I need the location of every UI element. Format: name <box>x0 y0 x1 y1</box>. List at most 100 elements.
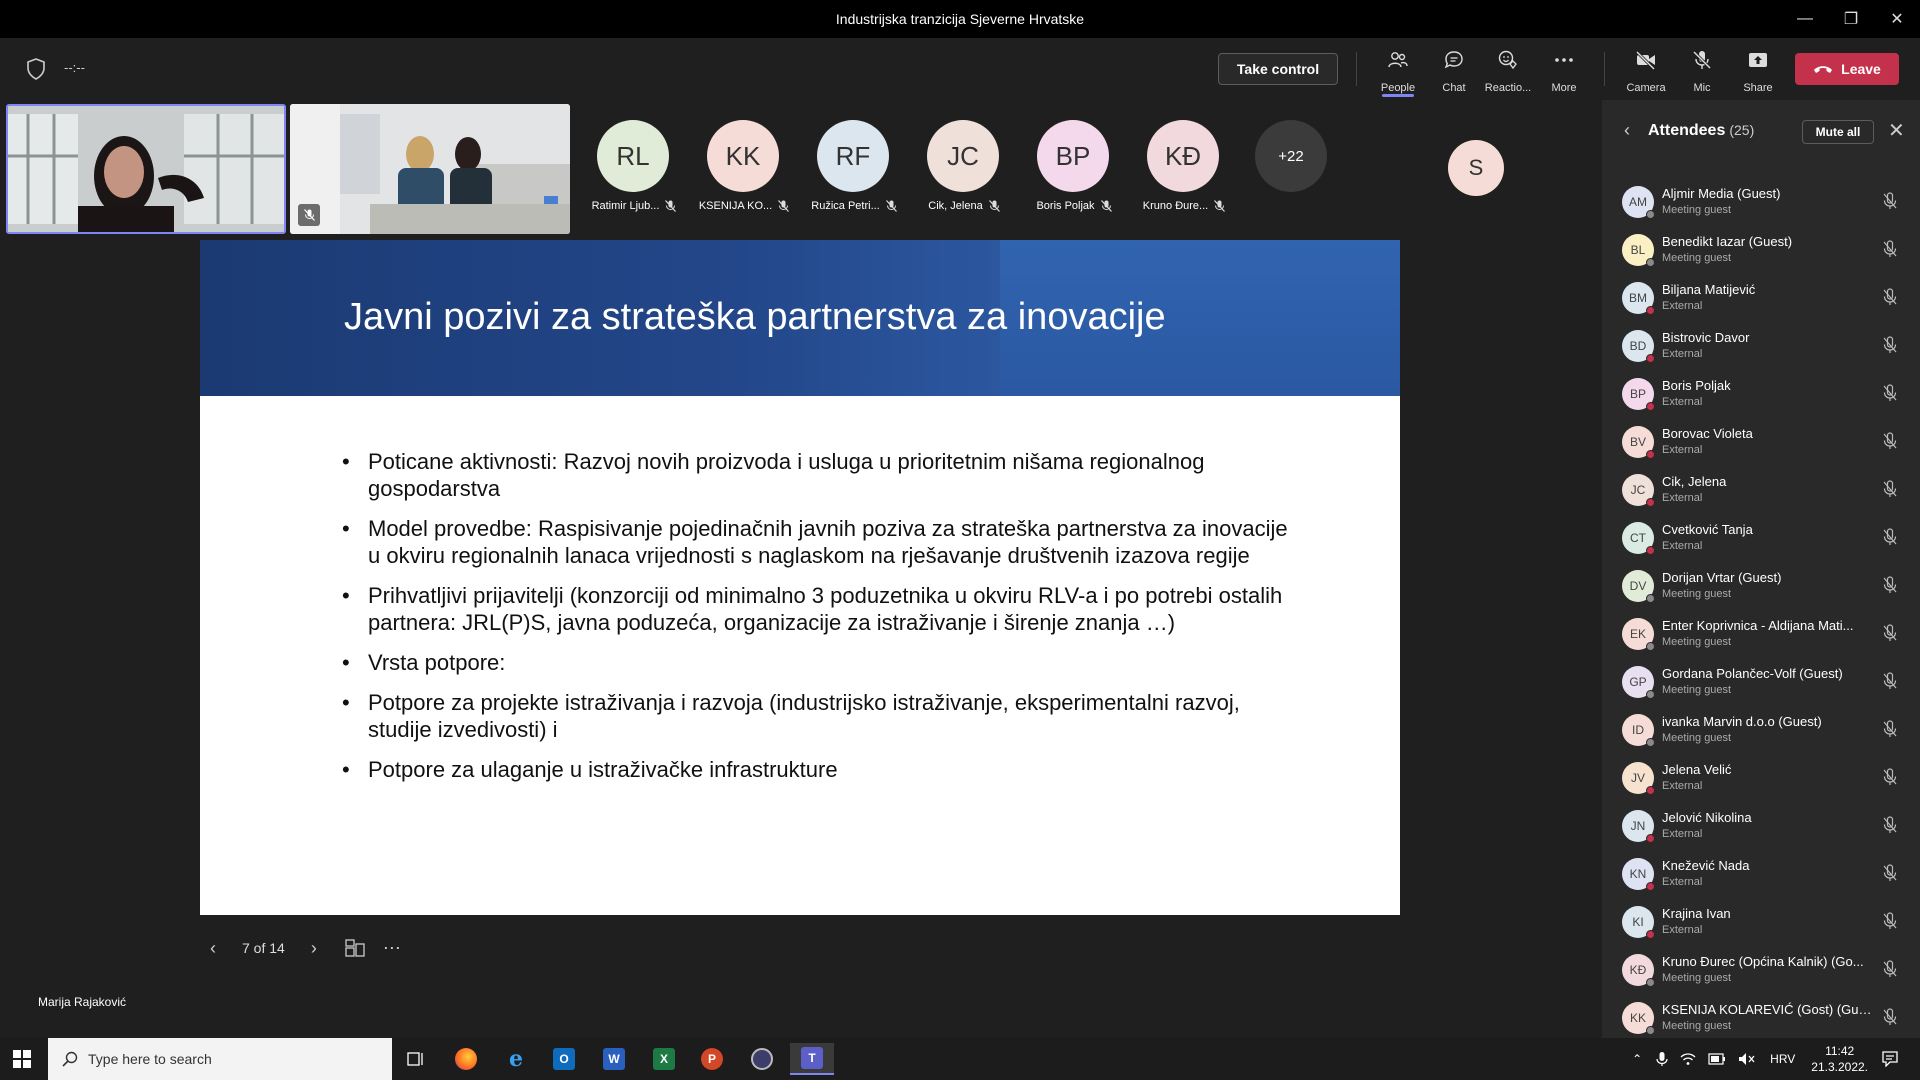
mic-off-icon[interactable] <box>1882 432 1898 450</box>
tray-chevron-icon[interactable]: ⌃ <box>1632 1052 1642 1066</box>
mic-off-icon[interactable] <box>1882 576 1898 594</box>
attendee-row[interactable]: CT Cvetković Tanja External <box>1602 516 1920 564</box>
take-control-button[interactable]: Take control <box>1218 53 1338 85</box>
bullet-dot: • <box>342 583 350 608</box>
mic-off-icon[interactable] <box>1882 336 1898 354</box>
volume-muted-icon[interactable] <box>1738 1052 1756 1066</box>
back-chevron-icon[interactable]: ‹ <box>1624 120 1630 141</box>
next-slide-icon[interactable]: › <box>311 938 317 959</box>
attendee-row[interactable]: KK KSENIJA KOLAREVIĆ (Gost) (Gue... Meetin… <box>1602 996 1920 1044</box>
taskbar-outlook[interactable]: O <box>544 1043 584 1075</box>
participant-tile[interactable]: RL Ratimir Ljub... <box>578 104 688 234</box>
task-view-button[interactable] <box>396 1043 436 1075</box>
slide-more-icon[interactable]: ⋯ <box>383 938 402 959</box>
video-tile-presenter[interactable] <box>6 104 286 234</box>
start-button[interactable] <box>2 1043 42 1075</box>
attendee-name: Gordana Polančec-Volf (Guest) <box>1662 666 1843 681</box>
camera-button[interactable]: Camera <box>1618 48 1674 94</box>
mic-off-icon[interactable] <box>1882 672 1898 690</box>
mic-off-icon[interactable] <box>1882 720 1898 738</box>
presence-status-dot <box>1646 978 1655 987</box>
taskbar-teams[interactable]: T <box>790 1043 834 1075</box>
mic-off-icon[interactable] <box>1882 624 1898 642</box>
overflow-tile[interactable]: +22 <box>1236 104 1346 234</box>
attendee-role: Meeting guest <box>1662 732 1732 744</box>
task-view-icon <box>407 1052 423 1066</box>
attendee-row[interactable]: BV Borovac Violeta External <box>1602 420 1920 468</box>
notifications-icon[interactable] <box>1882 1051 1898 1067</box>
restore-icon[interactable]: ❐ <box>1828 0 1874 38</box>
mic-off-icon[interactable] <box>1882 768 1898 786</box>
attendee-row[interactable]: BM Biljana Matijević External <box>1602 276 1920 324</box>
close-icon[interactable]: ✕ <box>1874 0 1920 38</box>
close-panel-icon[interactable]: ✕ <box>1888 118 1905 143</box>
minimize-icon[interactable]: — <box>1782 0 1828 38</box>
mic-off-icon[interactable] <box>1882 240 1898 258</box>
attendee-row[interactable]: JN Jelović Nikolina External <box>1602 804 1920 852</box>
attendee-row[interactable]: KĐ Kruno Đurec (Općina Kalnik) (Go... Meet… <box>1602 948 1920 996</box>
mic-off-icon[interactable] <box>1882 960 1898 978</box>
mic-off-icon[interactable] <box>1882 528 1898 546</box>
participant-name: Ratimir Ljub... <box>591 200 660 212</box>
clock[interactable]: 11:42 21.3.2022. <box>1811 1043 1868 1075</box>
search-icon <box>62 1051 78 1067</box>
attendee-name: Biljana Matijević <box>1662 282 1756 297</box>
mic-off-icon[interactable] <box>1882 288 1898 306</box>
share-button[interactable]: Share <box>1730 48 1786 94</box>
attendee-row[interactable]: KI Krajina Ivan External <box>1602 900 1920 948</box>
slide-grid-icon[interactable] <box>345 939 365 957</box>
taskbar-excel[interactable]: X <box>644 1043 684 1075</box>
more-button[interactable]: More <box>1536 48 1592 94</box>
attendee-row[interactable]: JC Cik, Jelena External <box>1602 468 1920 516</box>
mic-off-icon[interactable] <box>1882 912 1898 930</box>
mic-off-icon[interactable] <box>1882 1008 1898 1026</box>
taskbar-firefox[interactable] <box>446 1043 486 1075</box>
prev-slide-icon[interactable]: ‹ <box>210 938 216 959</box>
attendee-row[interactable]: BD Bistrovic Davor External <box>1602 324 1920 372</box>
leave-button[interactable]: Leave <box>1795 53 1899 85</box>
taskbar-ie[interactable]: e <box>496 1043 536 1075</box>
people-button[interactable]: People <box>1370 48 1426 94</box>
attendee-row[interactable]: ID ivanka Marvin d.o.o (Guest) Meeting gue… <box>1602 708 1920 756</box>
share-label: Share <box>1743 82 1773 94</box>
mic-off-icon[interactable] <box>1882 192 1898 210</box>
tray-mic-icon[interactable] <box>1656 1051 1668 1067</box>
mute-all-button[interactable]: Mute all <box>1802 120 1874 144</box>
taskbar-app-lock[interactable] <box>742 1043 782 1075</box>
video-tile-room[interactable] <box>290 104 570 234</box>
chat-button[interactable]: Chat <box>1426 48 1482 94</box>
mic-label: Mic <box>1693 82 1711 94</box>
taskbar-search[interactable]: Type here to search <box>48 1038 392 1080</box>
mic-off-icon[interactable] <box>1882 864 1898 882</box>
participant-tile[interactable]: KK KSENIJA KO... <box>688 104 798 234</box>
participant-tile[interactable]: BP Boris Poljak <box>1018 104 1128 234</box>
mic-button[interactable]: Mic <box>1674 48 1730 94</box>
mic-off-icon[interactable] <box>1882 384 1898 402</box>
keyboard-language[interactable]: HRV <box>1770 1052 1795 1066</box>
attendee-name: Kruno Đurec (Općina Kalnik) (Go... <box>1662 954 1864 969</box>
attendee-row[interactable]: BP Boris Poljak External <box>1602 372 1920 420</box>
reactions-button[interactable]: Reactio... <box>1480 48 1536 94</box>
participant-tile[interactable]: JC Cik, Jelena <box>908 104 1018 234</box>
attendee-row[interactable]: AM Aljmir Media (Guest) Meeting guest <box>1602 180 1920 228</box>
slide-page-counter: 7 of 14 <box>242 940 285 956</box>
participant-tile[interactable]: KĐ Kruno Đure... <box>1128 104 1238 234</box>
attendee-name: Jelena Velić <box>1662 762 1732 777</box>
attendee-row[interactable]: GP Gordana Polančec-Volf (Guest) Meeting g… <box>1602 660 1920 708</box>
participant-tile[interactable]: RF Ružica Petri... <box>798 104 908 234</box>
attendee-row[interactable]: KN Knežević Nada External <box>1602 852 1920 900</box>
taskbar-powerpoint[interactable]: P <box>692 1043 732 1075</box>
attendee-row[interactable]: EK Enter Koprivnica - Aldijana Mati... Mee… <box>1602 612 1920 660</box>
toolbar-divider <box>1356 52 1357 86</box>
wifi-icon[interactable] <box>1680 1052 1696 1066</box>
shield-icon[interactable] <box>26 58 46 80</box>
mic-off-icon[interactable] <box>1882 816 1898 834</box>
attendee-row[interactable]: BL Benedikt Iazar (Guest) Meeting guest <box>1602 228 1920 276</box>
spotlight-tile[interactable]: S <box>1358 104 1598 234</box>
bullet-text: Prihvatljivi prijavitelji (konzorciji od… <box>368 583 1283 635</box>
attendee-row[interactable]: DV Dorijan Vrtar (Guest) Meeting guest <box>1602 564 1920 612</box>
taskbar-word[interactable]: W <box>594 1043 634 1075</box>
mic-off-icon[interactable] <box>1882 480 1898 498</box>
battery-icon[interactable] <box>1708 1053 1726 1065</box>
attendee-row[interactable]: JV Jelena Velić External <box>1602 756 1920 804</box>
